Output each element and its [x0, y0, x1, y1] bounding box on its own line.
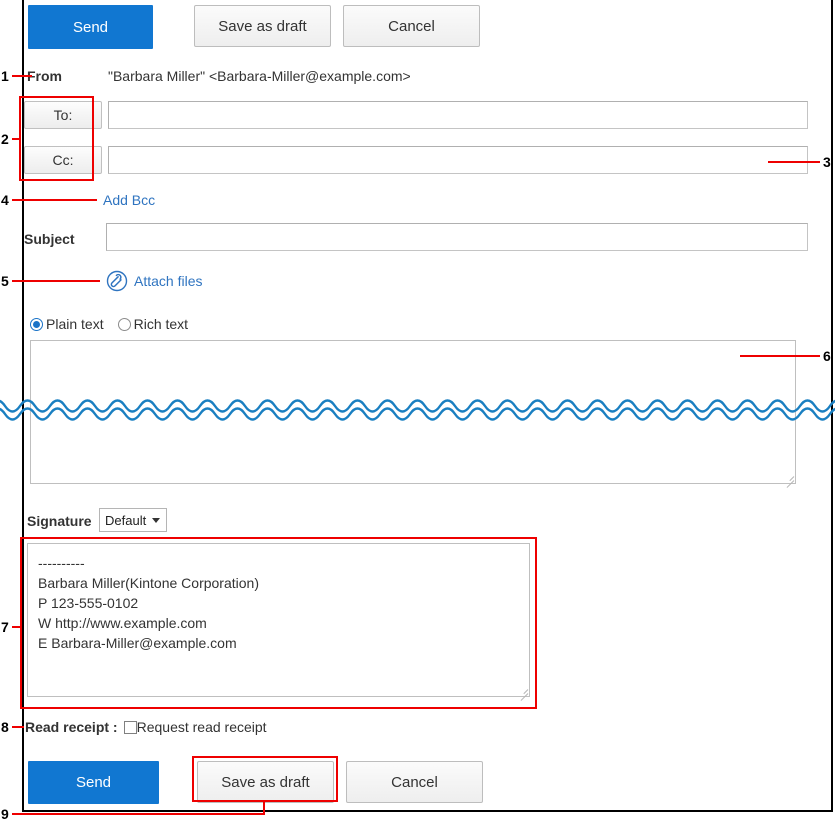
cc-button[interactable]: Cc: [24, 146, 102, 174]
cancel-button-top[interactable]: Cancel [343, 5, 480, 47]
cancel-button-top-label: Cancel [388, 17, 435, 35]
annotation-number-6: 6 [823, 348, 831, 364]
subject-label: Subject [24, 231, 75, 247]
cc-input[interactable] [108, 146, 808, 174]
annotation-leader-9 [12, 813, 265, 815]
read-receipt-row: Read receipt : Request read receipt [25, 719, 267, 735]
attach-files-label: Attach files [134, 273, 203, 289]
paperclip-icon [106, 270, 128, 292]
send-button-top-label: Send [72, 18, 109, 36]
annotation-number-5: 5 [1, 273, 9, 289]
annotation-number-7: 7 [1, 619, 9, 635]
signature-label: Signature [27, 513, 92, 529]
annotation-number-1: 1 [1, 68, 9, 84]
request-read-receipt-label: Request read receipt [136, 719, 267, 735]
annotation-leader-3 [768, 161, 820, 163]
annotation-number-3: 3 [823, 154, 831, 170]
subject-input[interactable] [106, 223, 808, 251]
plain-text-radio[interactable] [30, 317, 43, 331]
annotation-number-2: 2 [1, 131, 9, 147]
rich-text-label: Rich text [133, 316, 189, 332]
annotation-leader-5 [12, 280, 100, 282]
annotation-leader-1 [12, 75, 32, 77]
cc-button-label: Cc: [52, 152, 74, 168]
cancel-button-bottom[interactable]: Cancel [346, 761, 483, 803]
rich-text-radio[interactable] [117, 317, 131, 331]
format-radio-group: Plain text Rich text [30, 316, 188, 332]
to-button[interactable]: To: [24, 101, 102, 129]
save-as-draft-button-top-label: Save as draft [218, 17, 307, 35]
annotation-leader-9-riser [263, 800, 265, 815]
save-as-draft-button-top[interactable]: Save as draft [194, 5, 331, 47]
signature-select-value: Default [105, 512, 147, 528]
to-input[interactable] [108, 101, 808, 129]
annotation-number-8: 8 [1, 719, 9, 735]
annotation-number-4: 4 [1, 192, 9, 208]
annotation-number-9: 9 [1, 806, 9, 820]
request-read-receipt-checkbox[interactable] [123, 720, 137, 734]
chevron-down-icon [152, 517, 161, 523]
save-as-draft-button-bottom[interactable]: Save as draft [197, 761, 334, 803]
signature-select[interactable]: Default [99, 508, 167, 532]
annotation-leader-7 [12, 626, 22, 628]
screenshot-root: Send Save as draft Cancel From "Barbara … [0, 0, 835, 820]
plain-text-label: Plain text [46, 316, 104, 332]
from-value: "Barbara Miller" <Barbara-Miller@example… [108, 68, 411, 84]
to-button-label: To: [53, 107, 73, 123]
annotation-leader-8 [12, 726, 24, 728]
from-label: From [27, 68, 62, 84]
cancel-button-bottom-label: Cancel [391, 773, 438, 791]
send-button-bottom[interactable]: Send [28, 761, 159, 804]
body-textarea[interactable] [30, 340, 796, 484]
send-button-top[interactable]: Send [28, 5, 153, 49]
send-button-bottom-label: Send [75, 774, 112, 791]
add-bcc-link[interactable]: Add Bcc [103, 192, 155, 208]
signature-textarea[interactable]: ---------- Barbara Miller(Kintone Corpor… [27, 543, 530, 697]
read-receipt-label: Read receipt : [25, 719, 118, 735]
attach-files-control[interactable]: Attach files [106, 270, 202, 292]
save-as-draft-button-bottom-label: Save as draft [221, 773, 310, 791]
annotation-leader-4 [12, 199, 97, 201]
annotation-leader-6 [740, 355, 820, 357]
annotation-leader-2 [12, 138, 20, 140]
